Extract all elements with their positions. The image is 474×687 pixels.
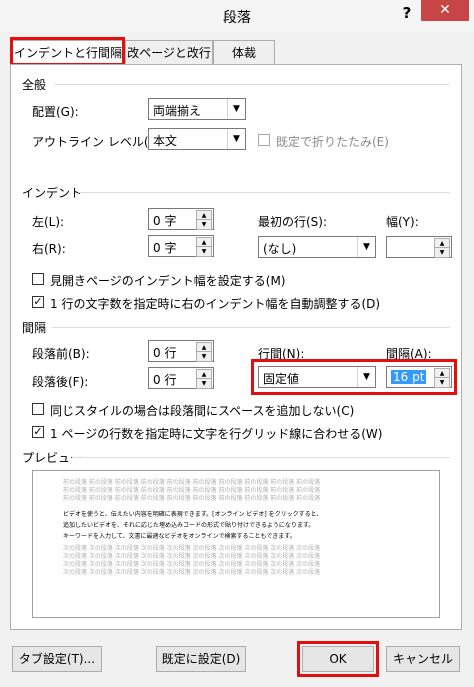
tab-highlight xyxy=(10,37,125,66)
snap-grid-checkbox[interactable]: ✓ xyxy=(32,426,44,438)
spacing-after-spinner[interactable]: 0 行 ▲ ▼ xyxy=(148,367,214,389)
chevron-down-icon: ▼ xyxy=(227,99,245,119)
auto-adjust-checkbox[interactable]: ✓ xyxy=(32,296,44,308)
preview-before-line: 前の段落 前の段落 前の段落 前の段落 前の段落 前の段落 前の段落 前の段落 … xyxy=(63,479,321,486)
spacing-after-label: 段落後(F): xyxy=(32,375,89,389)
mirror-indents-label: 見開きページのインデント幅を設定する(M) xyxy=(50,274,286,288)
preview-sample-line: キーワードを入力して、文書に最適なビデオをオンラインで検索することもできます。 xyxy=(63,533,296,540)
spacing-before-label: 段落前(B): xyxy=(32,347,90,361)
spin-down-icon[interactable]: ▼ xyxy=(196,246,212,257)
tab-line-page-breaks[interactable]: 改ページと改行 xyxy=(125,40,213,65)
mirror-indents-checkbox[interactable] xyxy=(32,273,44,285)
line-spacing-highlight xyxy=(251,359,457,395)
outline-level-label: アウトライン レベル(O): xyxy=(32,135,167,149)
alignment-value: 両端揃え xyxy=(153,104,202,118)
outline-level-select[interactable]: 本文 ▼ xyxy=(148,128,246,150)
cancel-button[interactable]: キャンセル xyxy=(386,646,460,672)
preview-sample-line: ビデオを使うと、伝えたい内容を明確に表現できます。[オンライン ビデオ] をクリ… xyxy=(63,511,323,518)
indent-right-value: 0 字 xyxy=(153,241,177,255)
alignment-label: 配置(G): xyxy=(32,105,79,119)
indent-left-value: 0 字 xyxy=(153,214,177,228)
spin-down-icon[interactable]: ▼ xyxy=(196,351,212,362)
spin-down-icon[interactable]: ▼ xyxy=(196,378,212,389)
spacing-before-spinner[interactable]: 0 行 ▲ ▼ xyxy=(148,340,214,362)
preview-box: 前の段落 前の段落 前の段落 前の段落 前の段落 前の段落 前の段落 前の段落 … xyxy=(32,470,440,618)
spin-down-icon[interactable]: ▼ xyxy=(196,219,212,230)
indent-by-spinner[interactable]: ▲ ▼ xyxy=(386,236,452,258)
spin-down-icon[interactable]: ▼ xyxy=(434,247,450,258)
divider xyxy=(52,327,450,328)
indent-left-label: 左(L): xyxy=(32,215,65,229)
set-default-button[interactable]: 既定に設定(D) xyxy=(156,646,246,672)
preview-after-line: 次の段落 次の段落 次の段落 次の段落 次の段落 次の段落 次の段落 次の段落 … xyxy=(63,569,321,576)
preview-after-line: 次の段落 次の段落 次の段落 次の段落 次の段落 次の段落 次の段落 次の段落 … xyxy=(63,561,321,568)
close-button[interactable]: ✕ xyxy=(421,0,469,21)
ok-highlight xyxy=(297,641,379,677)
spacing-after-value: 0 行 xyxy=(153,373,177,387)
no-space-same-style-checkbox[interactable] xyxy=(32,403,44,415)
no-space-same-style-label: 同じスタイルの場合は段落間にスペースを追加しない(C) xyxy=(50,404,355,418)
spacing-before-value: 0 行 xyxy=(153,346,177,360)
help-button[interactable]: ? xyxy=(398,4,416,22)
first-line-select[interactable]: (なし) ▼ xyxy=(258,236,376,258)
collapsed-label: 既定で折りたたみ(E) xyxy=(276,135,389,149)
divider xyxy=(54,84,450,85)
auto-adjust-label: 1 行の文字数を指定時に右のインデント幅を自動調整する(D) xyxy=(50,297,381,311)
tab-typography[interactable]: 体裁 xyxy=(213,40,275,65)
indent-by-label: 幅(Y): xyxy=(386,215,419,229)
preview-before-line: 前の段落 前の段落 前の段落 前の段落 前の段落 前の段落 前の段落 前の段落 … xyxy=(63,487,321,494)
indent-left-spinner[interactable]: 0 字 ▲ ▼ xyxy=(148,208,214,230)
divider xyxy=(78,192,450,193)
first-line-value: (なし) xyxy=(263,242,297,256)
preview-after-line: 次の段落 次の段落 次の段落 次の段落 次の段落 次の段落 次の段落 次の段落 … xyxy=(63,553,321,560)
preview-before-line: 前の段落 前の段落 前の段落 前の段落 前の段落 前の段落 前の段落 前の段落 … xyxy=(63,495,321,502)
spacing-section-title: 間隔 xyxy=(22,321,47,335)
tabs-button[interactable]: タブ設定(T)... xyxy=(12,646,102,672)
general-section-title: 全般 xyxy=(22,78,47,92)
preview-sample-line: 追加したいビデオを、それに応じた埋め込みコードの形式で貼り付けできるようになりま… xyxy=(63,522,315,529)
divider xyxy=(72,457,450,458)
collapsed-checkbox[interactable] xyxy=(258,134,270,146)
alignment-select[interactable]: 両端揃え ▼ xyxy=(148,98,246,120)
outline-level-value: 本文 xyxy=(153,134,178,148)
indent-right-label: 右(R): xyxy=(32,242,66,256)
preview-after-line: 次の段落 次の段落 次の段落 次の段落 次の段落 次の段落 次の段落 次の段落 … xyxy=(63,545,321,552)
chevron-down-icon: ▼ xyxy=(357,237,375,257)
chevron-down-icon: ▼ xyxy=(227,129,245,149)
indent-section-title: インデント xyxy=(22,186,83,200)
indent-right-spinner[interactable]: 0 字 ▲ ▼ xyxy=(148,235,214,257)
snap-grid-label: 1 ページの行数を指定時に文字を行グリッド線に合わせる(W) xyxy=(50,427,383,441)
first-line-label: 最初の行(S): xyxy=(258,215,328,229)
